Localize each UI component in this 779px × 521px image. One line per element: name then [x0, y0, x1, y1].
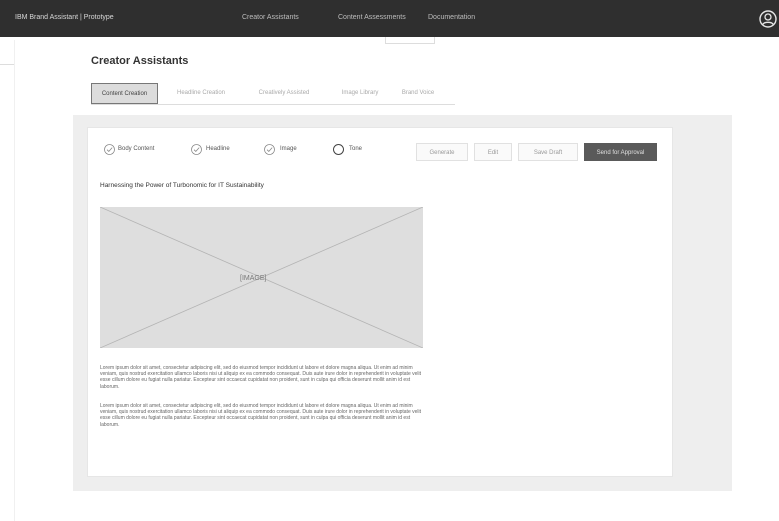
- top-navigation-bar: IBM Brand Assistant | Prototype Creator …: [0, 0, 779, 37]
- page-title: Creator Assistants: [91, 55, 189, 67]
- edit-button[interactable]: Edit: [474, 143, 512, 161]
- tab-headline-creation[interactable]: Headline Creation: [166, 83, 236, 104]
- body-paragraph: Lorem ipsum dolor sit amet, consectetur …: [100, 403, 422, 428]
- article-title: Harnessing the Power of Turbonomic for I…: [100, 182, 264, 189]
- body-paragraph: Lorem ipsum dolor sit amet, consectetur …: [100, 365, 422, 390]
- nav-documentation[interactable]: Documentation: [428, 14, 475, 21]
- save-draft-button[interactable]: Save Draft: [518, 143, 578, 161]
- tab-content-creation[interactable]: Content Creation: [91, 83, 158, 104]
- empty-circle-icon[interactable]: [333, 144, 344, 155]
- option-tone[interactable]: Tone: [349, 146, 362, 152]
- nav-indicator: [385, 37, 435, 44]
- nav-content-assessments[interactable]: Content Assessments: [338, 14, 406, 21]
- generate-button[interactable]: Generate: [416, 143, 468, 161]
- send-approval-button[interactable]: Send for Approval: [584, 143, 657, 161]
- divider: [14, 40, 15, 521]
- user-avatar-icon[interactable]: [759, 10, 777, 28]
- tab-brand-voice[interactable]: Brand Voice: [391, 83, 445, 104]
- divider: [0, 64, 14, 65]
- tab-image-library[interactable]: Image Library: [331, 83, 389, 104]
- check-circle-icon[interactable]: [191, 144, 202, 155]
- option-image[interactable]: Image: [280, 146, 297, 152]
- check-circle-icon[interactable]: [104, 144, 115, 155]
- image-placeholder-label: [IMAGE]: [240, 275, 267, 282]
- brand-title[interactable]: IBM Brand Assistant | Prototype: [15, 14, 114, 21]
- assistant-tabs: Content Creation Headline Creation Creat…: [91, 83, 455, 105]
- option-body-content[interactable]: Body Content: [118, 146, 154, 152]
- option-headline[interactable]: Headline: [206, 146, 230, 152]
- check-circle-icon[interactable]: [264, 144, 275, 155]
- tab-creatively-assisted[interactable]: Creatively Assisted: [243, 83, 325, 104]
- nav-creator-assistants[interactable]: Creator Assistants: [242, 14, 299, 21]
